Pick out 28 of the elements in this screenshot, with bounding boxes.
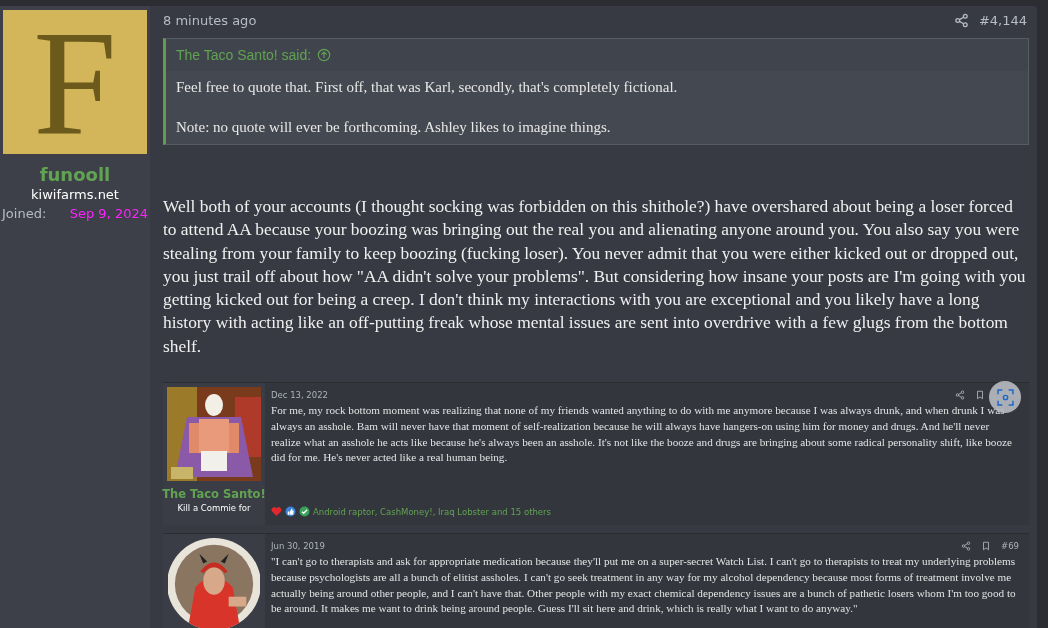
post-number[interactable]: #4,144 bbox=[978, 12, 1027, 28]
username[interactable]: funooll bbox=[39, 164, 111, 185]
quote-text: Note: no quote will ever be forthcoming. Ashley likes to imagine things. bbox=[176, 118, 612, 137]
reactions-list[interactable]: Android raptor, CashMoney!, Iraq Lobster and 15 others bbox=[313, 506, 551, 517]
scan-icon bbox=[996, 388, 1014, 406]
share-icon[interactable] bbox=[961, 540, 972, 551]
post-date[interactable]: Jun 30, 2019 bbox=[271, 540, 325, 551]
author-name[interactable]: The Taco Santo! bbox=[162, 487, 266, 502]
author-title: Kill a Commie for bbox=[177, 503, 251, 514]
joined-date: Sep 9, 2024 bbox=[69, 206, 148, 221]
post-text: "I can't go to therapists and ask for appropriate medication because they'll put me on a super-secret Watch List. I can't go to therapists to treat my underlying problems because psychologists are all a bunch of elitist assholes. I can't go seek treatment in any way for my alcohol dependency because most forms of treatment involve me actually being around other people, and I can't have that. Other people with my exact chemical dependency issues are a bunch of pathetic losers whom I'm too good to be around. It makes me want to drink being around people. Guess I'll sit here and drink, which is really what I want to do anyway." bbox=[271, 554, 1017, 617]
bookmark-icon[interactable] bbox=[981, 540, 992, 551]
avatar[interactable]: F bbox=[3, 10, 147, 154]
thumbs-up-icon bbox=[285, 506, 296, 518]
heart-icon bbox=[271, 506, 282, 518]
post-body: Well both of your accounts (I thought socking was forbidden on this shithole?) have overshared about being a loser forced to attend AA because your boozing was bringing out the real you and alienating anyone around you. You also say you were stealing from your family to keep boozing (fucking loser). You never admit that you were either kicked out or dropped out, you just trail off about how "AA didn't solve your problems". But considering how insane your posts are I'm going with you getting kicked out for being a creep. I don't think my interactions with you are exceptional and you likely have a long history with acting like an off-putting freak whose mental issues are sent into overdrive with a few glugs from the bottom shelf. bbox=[163, 195, 1027, 358]
scan-button[interactable] bbox=[989, 381, 1021, 414]
quote-attribution[interactable]: The Taco Santo! said: bbox=[176, 47, 312, 63]
check-icon bbox=[299, 506, 310, 518]
joined-label: Joined: bbox=[2, 206, 47, 221]
user-title: kiwifarms.net bbox=[31, 187, 119, 202]
post-date[interactable]: Dec 13, 2022 bbox=[271, 389, 328, 400]
post-number[interactable]: #69 bbox=[1001, 540, 1019, 551]
post-time[interactable]: 8 minutes ago bbox=[163, 12, 257, 28]
share-icon[interactable] bbox=[955, 389, 965, 400]
bookmark-icon[interactable] bbox=[975, 389, 985, 400]
quote-text: Feel free to quote that. First off, that was Karl, secondly, that's completely fictional. bbox=[176, 78, 679, 97]
share-icon[interactable] bbox=[953, 12, 969, 28]
